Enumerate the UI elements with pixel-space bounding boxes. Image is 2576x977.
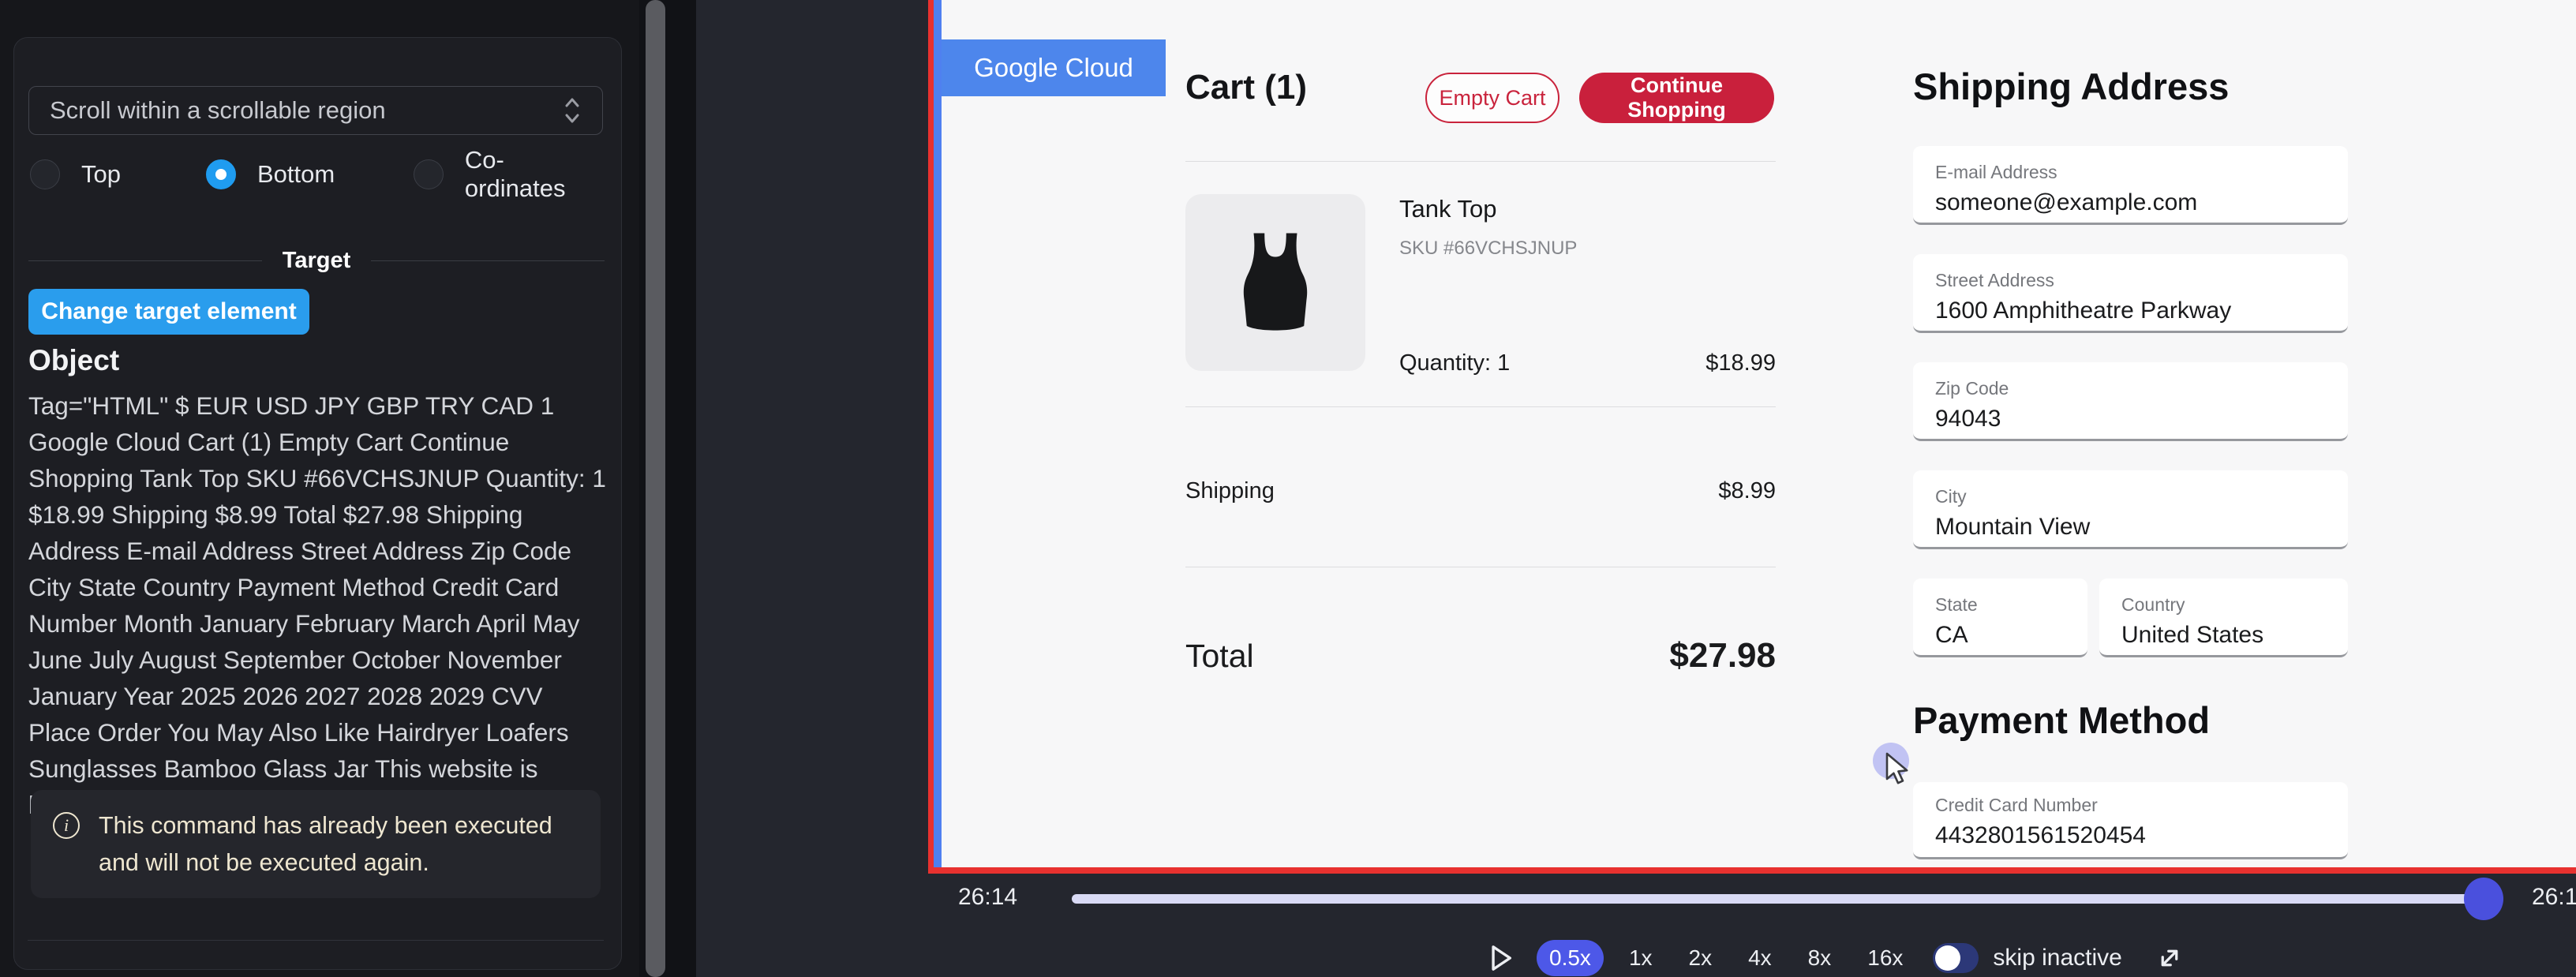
object-heading: Object — [28, 344, 119, 377]
state-value: CA — [1935, 622, 2087, 649]
target-section-label: Target — [283, 248, 350, 274]
speed-2x[interactable]: 2x — [1678, 940, 1724, 976]
tank-top-image — [1216, 215, 1335, 350]
item-sku: SKU #66VCHSJNUP — [1399, 238, 1577, 260]
replay-stage: Google Cloud Cart (1) Empty Cart Continu… — [696, 0, 2576, 977]
fullscreen-expand-icon — [2154, 942, 2185, 974]
radio-top-label: Top — [81, 160, 121, 189]
speed-16x[interactable]: 8x — [1797, 940, 1843, 976]
radio-bottom-label: Bottom — [257, 160, 335, 189]
speed-0-5x[interactable]: 0.5x — [1537, 940, 1604, 976]
radio-coordinates[interactable]: Co-ordinates — [414, 156, 605, 193]
zip-code-field[interactable]: Zip Code 94043 — [1913, 362, 2348, 441]
total-label: Total — [1185, 638, 1254, 675]
sidebar-scrollbar-thumb[interactable] — [646, 0, 665, 977]
radio-top-circle[interactable] — [30, 159, 60, 189]
product-image — [1185, 194, 1365, 371]
scroll-position-radios: Top Bottom Co-ordinates — [28, 156, 605, 193]
continue-shopping-button[interactable]: Continue Shopping — [1579, 73, 1774, 123]
radio-bottom-circle[interactable] — [206, 159, 236, 189]
player-controls: 0.5x 1x 2x 4x 8x 16x skip inactive — [1488, 938, 2188, 977]
street-address-label: Street Address — [1935, 270, 2348, 291]
credit-card-label: Credit Card Number — [1935, 795, 2348, 816]
empty-cart-button[interactable]: Empty Cart — [1425, 73, 1559, 123]
info-message-box: i This command has already been executed… — [31, 790, 601, 898]
cart-divider — [1185, 406, 1776, 407]
shipping-price: $8.99 — [1718, 478, 1776, 504]
radio-bottom[interactable]: Bottom — [206, 156, 335, 193]
change-target-button[interactable]: Change target element — [28, 289, 309, 335]
app-window: Scroll within a scrollable region Top Bo… — [0, 0, 2576, 977]
target-section-divider: Target — [28, 248, 605, 274]
command-card: Scroll within a scrollable region Top Bo… — [13, 37, 622, 970]
action-type-select[interactable]: Scroll within a scrollable region — [28, 86, 603, 135]
toggle-knob[interactable] — [1935, 945, 1960, 971]
cart-title: Cart (1) — [1185, 68, 1307, 107]
total-price: $27.98 — [1669, 636, 1776, 676]
total-row: Total $27.98 — [1185, 636, 1776, 676]
info-message-text: This command has already been executed a… — [99, 807, 572, 882]
replayed-webpage: Google Cloud Cart (1) Empty Cart Continu… — [942, 0, 2576, 867]
email-field-label: E-mail Address — [1935, 162, 2348, 183]
radio-coordinates-label: Co-ordinates — [465, 146, 605, 203]
country-field[interactable]: Country United States — [2099, 578, 2348, 657]
radio-top[interactable]: Top — [30, 156, 121, 193]
divider-line — [371, 260, 605, 261]
country-value: United States — [2121, 622, 2348, 649]
item-price: $18.99 — [1185, 350, 1776, 376]
speed-16x[interactable]: 16x — [1856, 940, 1914, 976]
select-chevrons-icon — [563, 95, 582, 125]
brand-badge: Google Cloud — [942, 39, 1166, 96]
current-time: 26:14 — [958, 884, 1017, 911]
object-description-text: Tag="HTML" $ EUR USD JPY GBP TRY CAD 1 G… — [28, 387, 606, 823]
shipping-address-heading: Shipping Address — [1913, 65, 2229, 108]
payment-method-heading: Payment Method — [1913, 698, 2210, 742]
play-button[interactable] — [1488, 942, 1519, 974]
skip-inactive-label: skip inactive — [1993, 945, 2121, 971]
item-name: Tank Top — [1399, 195, 1497, 223]
timeline-track[interactable] — [1072, 894, 2481, 904]
shipping-label: Shipping — [1185, 478, 1275, 504]
header-divider — [1185, 161, 1776, 162]
zip-code-value: 94043 — [1935, 406, 2348, 432]
state-label: State — [1935, 594, 2087, 616]
skip-inactive-toggle[interactable] — [1933, 943, 1979, 973]
action-type-value: Scroll within a scrollable region — [50, 96, 563, 125]
info-icon: i — [53, 812, 80, 839]
viewport-highlight-red: Google Cloud Cart (1) Empty Cart Continu… — [928, 0, 2576, 874]
email-field[interactable]: E-mail Address someone@example.com — [1913, 146, 2348, 225]
speed-1x[interactable]: 1x — [1618, 940, 1664, 976]
play-icon — [1488, 943, 1515, 973]
command-sidebar: Scroll within a scrollable region Top Bo… — [0, 0, 639, 977]
viewport-highlight-blue: Google Cloud Cart (1) Empty Cart Continu… — [934, 0, 2576, 867]
city-value: Mountain View — [1935, 514, 2348, 541]
credit-card-value: 4432801561520454 — [1935, 822, 2348, 849]
end-time: 26:15 — [2532, 884, 2576, 911]
country-label: Country — [2121, 594, 2348, 616]
card-bottom-divider — [28, 940, 604, 941]
city-label: City — [1935, 486, 2348, 507]
street-address-field[interactable]: Street Address 1600 Amphitheatre Parkway — [1913, 254, 2348, 333]
street-address-value: 1600 Amphitheatre Parkway — [1935, 298, 2348, 324]
speed-4x[interactable]: 4x — [1737, 940, 1783, 976]
radio-coordinates-circle[interactable] — [414, 159, 444, 189]
shipping-row: Shipping $8.99 — [1185, 478, 1776, 504]
mouse-cursor-icon — [1884, 752, 1915, 791]
city-field[interactable]: City Mountain View — [1913, 470, 2348, 549]
email-field-value: someone@example.com — [1935, 189, 2348, 216]
timeline-thumb[interactable] — [2464, 878, 2503, 920]
credit-card-field[interactable]: Credit Card Number 4432801561520454 — [1913, 782, 2348, 859]
zip-code-label: Zip Code — [1935, 378, 2348, 399]
state-field[interactable]: State CA — [1913, 578, 2087, 657]
divider-line — [28, 260, 262, 261]
sidebar-scrollbar-track — [639, 0, 696, 977]
fullscreen-button[interactable] — [2154, 941, 2188, 975]
